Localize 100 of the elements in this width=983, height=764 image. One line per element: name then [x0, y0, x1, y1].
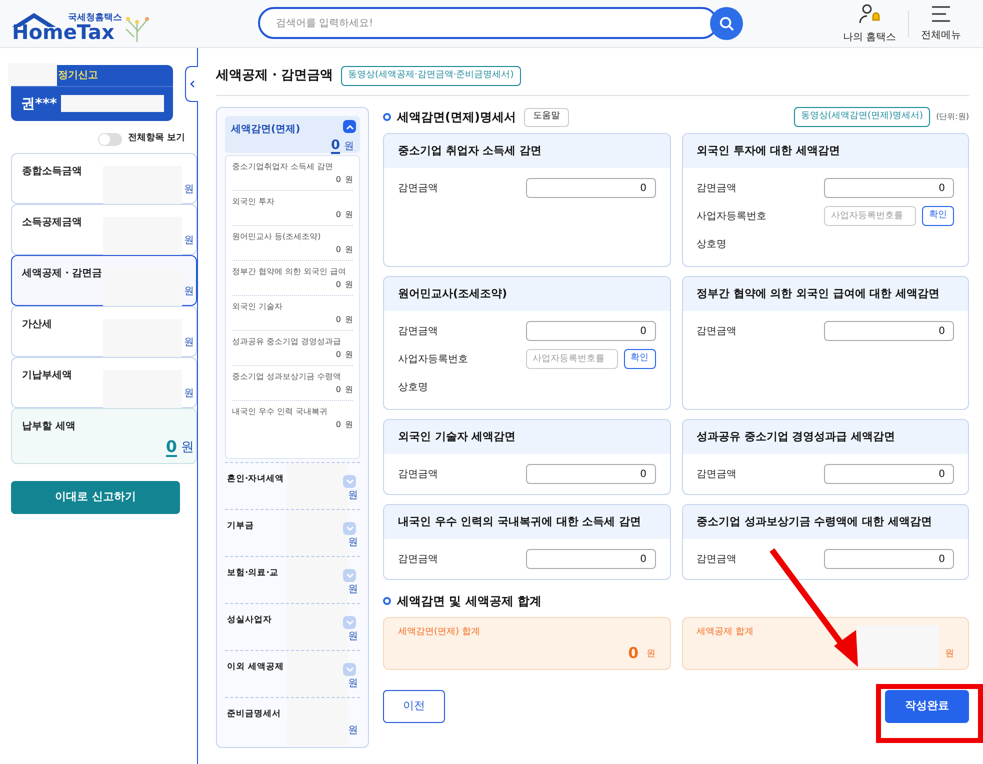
confirm-button[interactable]: 확인	[624, 349, 656, 369]
amount-input[interactable]: 0	[526, 178, 656, 198]
subcategory-link[interactable]: 중소기업 성과보상기금 수령액	[232, 370, 347, 383]
page-title: 세액공제・감면금액	[216, 67, 333, 86]
file-return-button[interactable]: 이대로 신고하기	[11, 481, 180, 514]
unit-text: 원	[345, 279, 353, 291]
view-all-toggle[interactable]	[98, 132, 122, 146]
chevron-left-icon	[189, 80, 195, 88]
collapse-button[interactable]	[185, 66, 198, 102]
subcategory-link[interactable]: 원어민교사 등(조세조약)	[232, 230, 347, 243]
search-icon	[718, 16, 734, 31]
subcategory-link[interactable]: 내국인 우수 인력 국내복귀	[232, 405, 347, 418]
amount-input[interactable]: 0	[824, 178, 954, 198]
search-button[interactable]	[710, 7, 743, 40]
unit-text: 원	[184, 234, 194, 248]
unit-text: 원	[348, 582, 358, 597]
help-button[interactable]: 도움말	[524, 108, 569, 126]
video-button[interactable]: 동영상(세액감면(면제)명세서)	[794, 107, 930, 127]
category-header[interactable]: 기부금 원	[225, 518, 360, 552]
summary-nav-item[interactable]: 소득공제금액 원	[11, 204, 197, 255]
summary-nav-item[interactable]: 기납부세액 원	[11, 357, 197, 408]
total-amount: 0	[628, 646, 638, 661]
subcategory-link[interactable]: 성과공유 중소기업 경영성과급	[232, 335, 347, 348]
category-header[interactable]: 성실사업자 원	[225, 612, 360, 646]
field-label: 사업자등록번호	[696, 210, 766, 224]
subcategory-link[interactable]: 정부간 협약에 의한 외국인 급여	[232, 265, 347, 278]
summary-nav-item[interactable]: 종합소득금액 원	[11, 153, 197, 204]
field-label: 상호명	[398, 380, 428, 394]
unit-text: 원	[184, 387, 194, 401]
unit-text: 원	[348, 724, 358, 738]
section-bullet-icon	[383, 597, 391, 605]
unit-text: 원	[184, 183, 194, 197]
field-label: 감면금액	[696, 182, 736, 196]
chevron-down-icon[interactable]	[343, 475, 356, 488]
tax-amount: 0	[166, 439, 177, 457]
card-title: 원어민교사(조세조약)	[384, 277, 670, 311]
video-button[interactable]: 동영상(세액공제·감면금액·준비금명세서)	[341, 66, 521, 86]
card-title: 중소기업 성과보상기금 수령액에 대한 세액감면	[682, 505, 968, 539]
amount-input[interactable]: 0	[824, 549, 954, 569]
subcategory-amount: 0	[336, 349, 341, 361]
business-number-input[interactable]: 사업자등록번호를	[526, 349, 618, 369]
header-link[interactable]: 나의 홈택스	[830, 2, 908, 45]
card-title: 정부간 협약에 의한 외국인 급여에 대한 세액감면	[682, 277, 968, 311]
chevron-down-icon[interactable]	[343, 569, 356, 582]
unit-text: 원	[345, 419, 353, 431]
hometax-logo[interactable]: 국세청홈택스 HomeTax	[10, 4, 160, 44]
unit-text: 원	[945, 648, 954, 660]
subcategory-amount: 0	[336, 209, 341, 221]
category-header[interactable]: 이외 세액공제 원	[225, 659, 360, 693]
unit-text: 원	[345, 174, 353, 186]
card-title: 중소기업 취업자 소득세 감면	[384, 134, 670, 168]
confirm-button[interactable]: 확인	[922, 206, 954, 226]
amount-input[interactable]: 0	[824, 464, 954, 484]
field-label: 사업자등록번호	[398, 352, 468, 366]
unit-text: 원	[348, 676, 358, 691]
unit-text: 원	[348, 536, 358, 550]
unit-text: 원	[181, 438, 194, 456]
redaction-block	[287, 463, 348, 510]
complete-button[interactable]: 작성완료	[885, 690, 969, 723]
amount-input[interactable]: 0	[526, 321, 656, 341]
business-number-input[interactable]: 사업자등록번호를	[824, 206, 916, 226]
amount-input[interactable]: 0	[526, 464, 656, 484]
subcategory-amount: 0	[336, 244, 341, 256]
card-title: 성과공유 중소기업 경영성과급 세액감면	[682, 420, 968, 454]
summary-nav-item[interactable]: 납부할 세액 0 원	[11, 408, 197, 464]
subcategory-link[interactable]: 외국인 투자	[232, 195, 347, 208]
subcategory-link[interactable]: 중소기업취업자 소득세 감면	[232, 160, 347, 173]
unit-note: (단위:원)	[936, 111, 969, 123]
subcategory-amount: 0	[336, 279, 341, 291]
field-label: 감면금액	[398, 324, 438, 338]
unit-text: 원	[344, 140, 354, 154]
category-header[interactable]: 보험·의료·교 원	[225, 565, 360, 599]
field-label: 상호명	[696, 238, 726, 252]
chevron-down-icon[interactable]	[343, 663, 356, 676]
category-header[interactable]: 세액감면(면제) 0 원	[225, 116, 360, 153]
chevron-down-icon[interactable]	[343, 522, 356, 535]
unit-text: 원	[348, 488, 358, 503]
chevron-up-icon[interactable]	[343, 120, 356, 133]
amount-input[interactable]: 0	[526, 549, 656, 569]
field-label: 감면금액	[398, 468, 438, 482]
redaction-block	[287, 510, 348, 557]
category-header[interactable]: 혼인·자녀세액 원	[225, 471, 360, 505]
field-label: 감면금액	[696, 552, 736, 566]
subcategory-link[interactable]: 외국인 기술자	[232, 300, 347, 313]
subcategory-amount: 0	[336, 174, 341, 186]
summary-nav-item[interactable]: 세액공제・감면금 원	[11, 255, 197, 306]
unit-text: 원	[345, 349, 353, 361]
previous-button[interactable]: 이전	[383, 690, 445, 723]
summary-nav-item[interactable]: 가산세 원	[11, 306, 197, 357]
amount-input[interactable]: 0	[824, 321, 954, 341]
user-icon	[857, 2, 882, 26]
unit-text: 원	[345, 314, 353, 326]
subcategory-amount: 0	[336, 419, 341, 431]
category-header[interactable]: 준비금명세서 원	[225, 706, 360, 740]
filing-type-text: 정기신고	[58, 69, 98, 83]
card-title: 외국인 투자에 대한 세액감면	[682, 134, 968, 168]
header-link[interactable]: 전체메뉴	[909, 4, 973, 43]
chevron-down-icon[interactable]	[343, 616, 356, 629]
total-label: 세액공제 합계	[696, 626, 754, 639]
redaction-block	[287, 651, 348, 698]
